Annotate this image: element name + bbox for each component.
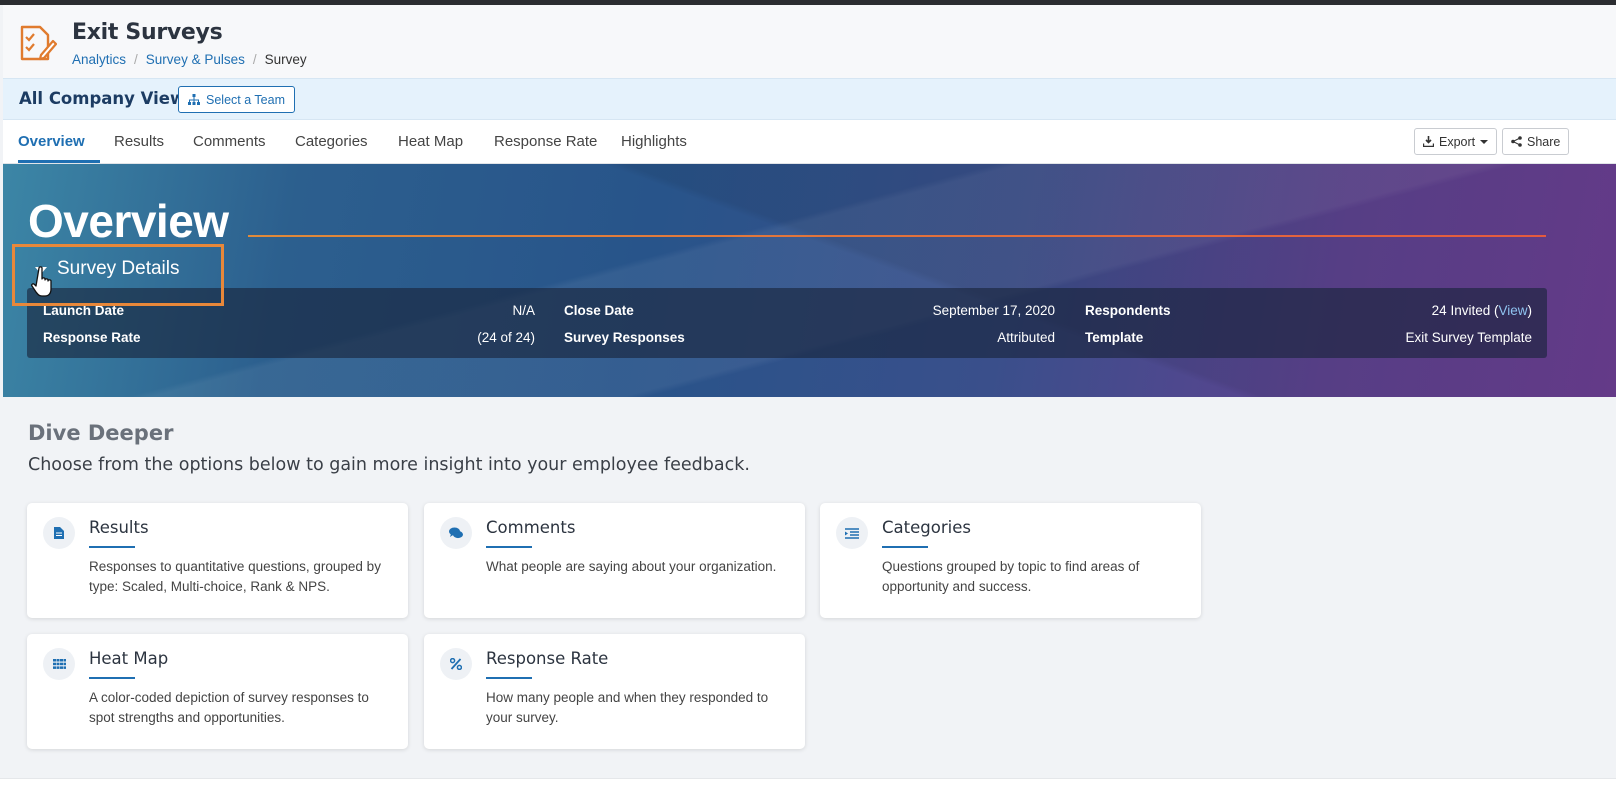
- card-description: Responses to quantitative questions, gro…: [89, 559, 381, 594]
- breadcrumb-separator: /: [252, 52, 257, 67]
- survey-responses-value: Attributed: [997, 330, 1055, 345]
- respondents-label: Respondents: [1085, 303, 1171, 318]
- chat-bubbles-icon: [440, 517, 472, 549]
- tab-response-rate[interactable]: Response Rate: [494, 120, 597, 163]
- company-view-title: All Company View: [19, 89, 186, 108]
- card-description: What people are saying about your organi…: [486, 559, 777, 574]
- tab-highlights[interactable]: Highlights: [621, 120, 687, 163]
- download-icon: [1423, 136, 1434, 147]
- card-divider: [89, 546, 135, 548]
- response-rate-card[interactable]: Response Rate How many people and when t…: [424, 634, 805, 749]
- indent-list-icon: [836, 517, 868, 549]
- tab-results[interactable]: Results: [114, 120, 164, 163]
- chevron-down-icon: [1480, 139, 1489, 144]
- hand-pointer-cursor-icon: [31, 266, 52, 297]
- tab-bar: Overview Results Comments Categories Hea…: [3, 120, 1616, 164]
- dive-deeper-subtitle: Choose from the options below to gain mo…: [28, 455, 750, 475]
- tab-heat-map[interactable]: Heat Map: [398, 120, 463, 163]
- overview-heading: Overview: [28, 195, 229, 247]
- page-header: Exit Surveys Analytics / Survey & Pulses…: [3, 5, 1616, 78]
- card-title: Results: [89, 518, 149, 537]
- card-title: Heat Map: [89, 649, 169, 668]
- breadcrumb-current: Survey: [264, 52, 307, 67]
- select-team-button[interactable]: Select a Team: [178, 86, 295, 113]
- card-title: Response Rate: [486, 649, 609, 668]
- survey-details-panel: Launch Date N/A Close Date September 17,…: [27, 288, 1547, 358]
- company-view-bar: All Company View Select a Team: [3, 78, 1616, 120]
- respondents-value: 24 Invited (View): [1431, 303, 1532, 318]
- breadcrumb: Analytics / Survey & Pulses / Survey: [72, 52, 307, 67]
- heading-divider: [248, 235, 1546, 237]
- share-icon: [1511, 136, 1522, 147]
- categories-card[interactable]: Categories Questions grouped by topic to…: [820, 503, 1201, 618]
- card-description: How many people and when they responded …: [486, 690, 769, 725]
- view-respondents-link[interactable]: View: [1498, 303, 1527, 318]
- percent-icon: [440, 648, 472, 680]
- breadcrumb-analytics[interactable]: Analytics: [72, 52, 126, 67]
- survey-responses-label: Survey Responses: [564, 330, 685, 345]
- overview-banner: Overview Launch Date N/A Close Date Sept…: [3, 164, 1616, 397]
- tab-overview[interactable]: Overview: [18, 120, 100, 163]
- template-value: Exit Survey Template: [1405, 330, 1532, 345]
- close-date-label: Close Date: [564, 303, 634, 318]
- breadcrumb-survey-pulses[interactable]: Survey & Pulses: [146, 52, 245, 67]
- heat-map-card[interactable]: Heat Map A color-coded depiction of surv…: [27, 634, 408, 749]
- page-title: Exit Surveys: [72, 20, 223, 45]
- tab-comments[interactable]: Comments: [193, 120, 266, 163]
- share-button[interactable]: Share: [1502, 128, 1570, 155]
- launch-date-value: N/A: [512, 303, 535, 318]
- response-rate-value: (24 of 24): [477, 330, 535, 345]
- card-description: A color-coded depiction of survey respon…: [89, 690, 369, 725]
- grid-icon: [43, 648, 75, 680]
- survey-checklist-icon: [20, 25, 57, 61]
- template-label: Template: [1085, 330, 1144, 345]
- card-divider: [89, 677, 135, 679]
- close-date-value: September 17, 2020: [932, 303, 1055, 318]
- card-divider: [882, 546, 928, 548]
- select-team-label: Select a Team: [206, 92, 285, 107]
- share-label: Share: [1527, 134, 1561, 149]
- tab-categories[interactable]: Categories: [295, 120, 368, 163]
- org-chart-icon: [188, 94, 200, 105]
- document-icon: [43, 517, 75, 549]
- response-rate-label: Response Rate: [43, 330, 141, 345]
- card-divider: [486, 546, 532, 548]
- export-label: Export: [1439, 134, 1476, 149]
- card-description: Questions grouped by topic to find areas…: [882, 559, 1140, 594]
- dive-deeper-heading: Dive Deeper: [28, 421, 174, 445]
- export-button[interactable]: Export: [1414, 128, 1498, 155]
- banner-decoration: [3, 164, 1616, 397]
- results-card[interactable]: Results Responses to quantitative questi…: [27, 503, 408, 618]
- breadcrumb-separator: /: [134, 52, 138, 67]
- comments-card[interactable]: Comments What people are saying about yo…: [424, 503, 805, 618]
- card-divider: [486, 677, 532, 679]
- card-title: Categories: [882, 518, 971, 537]
- page-bottom-edge: [0, 778, 1616, 803]
- card-title: Comments: [486, 518, 576, 537]
